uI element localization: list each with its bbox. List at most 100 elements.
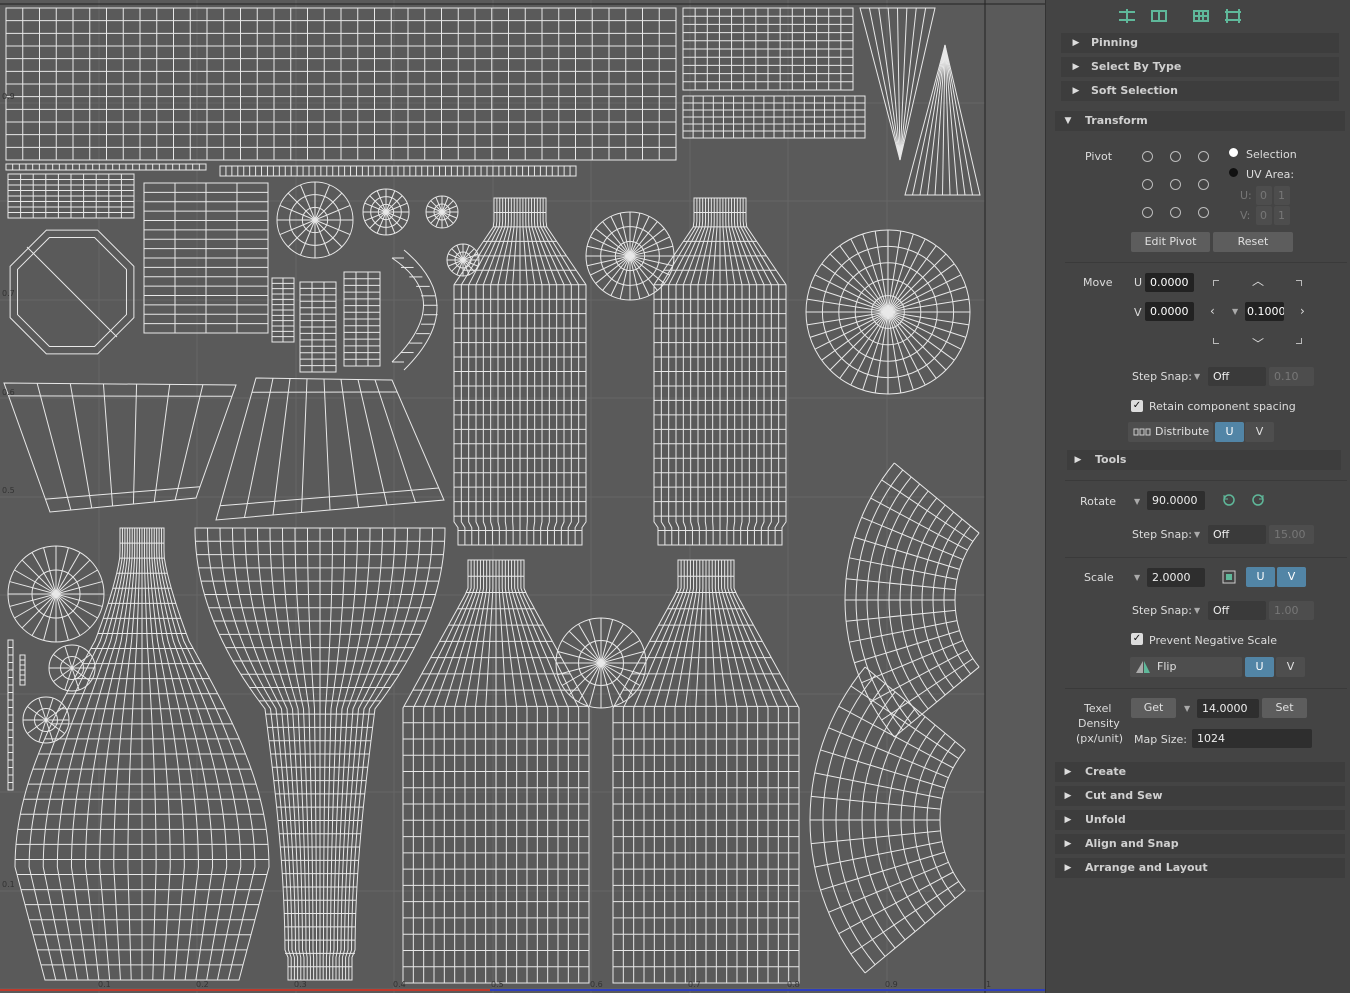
retain-spacing-checkbox[interactable]: ✓ (1131, 400, 1143, 412)
uv-label-band-shell[interactable] (3, 382, 237, 513)
unfold-icon[interactable] (1117, 8, 1137, 24)
move-step-field[interactable]: 0.1000 (1245, 302, 1284, 321)
uv-cap-shell[interactable] (805, 229, 971, 395)
pivot-radio-1-2[interactable] (1198, 179, 1209, 190)
pivot-v-min[interactable]: 0 (1256, 206, 1272, 225)
scale-field[interactable]: 2.0000 (1147, 568, 1205, 587)
dropdown-icon[interactable]: ▼ (1134, 497, 1140, 506)
move-up-right-icon[interactable] (1296, 280, 1302, 286)
scale-step-snap-select[interactable]: Off (1208, 601, 1266, 620)
uv-octagon-shell[interactable] (9, 229, 135, 355)
uv-editor-viewport[interactable]: 0.1 0.2 0.3 0.4 0.5 0.6 0.7 0.8 0.9 1 0.… (0, 0, 1045, 993)
uv-shell-thin-strip[interactable] (219, 165, 577, 177)
flip-u-button[interactable]: U (1245, 657, 1274, 677)
uv-area-radio[interactable] (1229, 168, 1238, 177)
scale-u-button[interactable]: U (1246, 567, 1275, 587)
uv-shell-small-grid[interactable] (7, 173, 135, 219)
section-transform[interactable]: ▼ Transform (1055, 111, 1345, 131)
move-u-field[interactable]: 0.0000 (1145, 273, 1194, 292)
set-texel-button[interactable]: Set (1262, 698, 1307, 718)
section-cut-and-sew[interactable]: ▶ Cut and Sew (1055, 786, 1345, 806)
texel-density-field[interactable]: 14.0000 (1197, 699, 1259, 718)
move-v-field[interactable]: 0.0000 (1145, 302, 1194, 321)
uv-cap-shell[interactable] (7, 545, 105, 643)
get-texel-button[interactable]: Get (1131, 698, 1176, 718)
reset-pivot-button[interactable]: Reset (1213, 232, 1293, 252)
dropdown-icon[interactable]: ▼ (1184, 704, 1190, 713)
uv-bottle-shell[interactable] (612, 559, 800, 984)
section-arrange-and-layout[interactable]: ▶ Arrange and Layout (1055, 858, 1345, 878)
scale-uniform-icon[interactable] (1221, 569, 1237, 585)
section-select-by-type[interactable]: ▶ Select By Type (1061, 57, 1339, 77)
pivot-u-min[interactable]: 0 (1256, 186, 1272, 205)
step-dropdown-icon[interactable]: ▼ (1232, 307, 1238, 316)
rotate-field[interactable]: 90.0000 (1147, 491, 1205, 510)
uv-bottle-shell[interactable] (453, 197, 587, 546)
pivot-v-max[interactable]: 1 (1274, 206, 1290, 225)
move-up-icon[interactable]: ︿ (1252, 275, 1264, 287)
dropdown-icon[interactable]: ▼ (1134, 573, 1140, 582)
move-down-left-icon[interactable] (1213, 338, 1219, 344)
uv-label-band-shell[interactable] (215, 377, 445, 521)
pivot-radio-2-2[interactable] (1198, 207, 1209, 218)
section-align-and-snap[interactable]: ▶ Align and Snap (1055, 834, 1345, 854)
move-step-snap-value[interactable]: 0.10 (1269, 367, 1314, 386)
uv-bottle-shell[interactable] (402, 559, 590, 984)
uv-shell-grid[interactable] (143, 182, 269, 334)
dropdown-icon[interactable]: ▼ (1194, 606, 1200, 615)
uv-shell-grid[interactable] (682, 95, 866, 139)
distribute-icon[interactable] (1223, 8, 1243, 24)
grid-icon[interactable] (1191, 8, 1211, 24)
uv-shell-thin-strip[interactable] (5, 163, 207, 171)
pivot-radio-1-1[interactable] (1170, 179, 1181, 190)
move-down-right-icon[interactable] (1296, 338, 1302, 344)
uv-cap-shell[interactable] (425, 195, 459, 229)
map-size-field[interactable]: 1024 (1192, 729, 1312, 748)
move-left-icon[interactable]: ‹ (1210, 305, 1215, 317)
uv-arc-shell[interactable] (391, 249, 438, 371)
dropdown-icon[interactable]: ▼ (1194, 372, 1200, 381)
rotate-step-snap-value[interactable]: 15.00 (1269, 525, 1314, 544)
edit-pivot-button[interactable]: Edit Pivot (1131, 232, 1210, 252)
rotate-cw-icon[interactable] (1250, 492, 1266, 508)
pivot-radio-0-0[interactable] (1142, 151, 1153, 162)
uv-shell-strip[interactable] (299, 281, 337, 373)
uv-cap-shell[interactable] (362, 188, 410, 236)
uv-cap-shell[interactable] (585, 211, 675, 301)
uv-shell-strip[interactable] (271, 277, 295, 343)
pivot-radio-0-1[interactable] (1170, 151, 1181, 162)
uv-shell-grid[interactable] (682, 7, 854, 91)
pivot-radio-2-0[interactable] (1142, 207, 1153, 218)
pivot-radio-0-2[interactable] (1198, 151, 1209, 162)
section-unfold[interactable]: ▶ Unfold (1055, 810, 1345, 830)
pivot-u-max[interactable]: 1 (1274, 186, 1290, 205)
scale-step-snap-value[interactable]: 1.00 (1269, 601, 1314, 620)
uv-shell-label-strip[interactable] (5, 7, 677, 161)
uv-cap-shell[interactable] (555, 617, 647, 709)
scale-v-button[interactable]: V (1277, 567, 1306, 587)
dropdown-icon[interactable]: ▼ (1194, 530, 1200, 539)
uv-shell-strip[interactable] (343, 271, 381, 367)
section-pinning[interactable]: ▶ Pinning (1061, 33, 1339, 53)
layout-icon[interactable] (1149, 8, 1169, 24)
rotate-step-snap-select[interactable]: Off (1208, 525, 1266, 544)
section-tools[interactable]: ▶ Tools (1067, 450, 1341, 470)
selection-radio[interactable] (1229, 148, 1238, 157)
move-step-snap-select[interactable]: Off (1208, 367, 1266, 386)
section-create[interactable]: ▶ Create (1055, 762, 1345, 782)
move-up-left-icon[interactable] (1213, 280, 1219, 286)
distribute-u-button[interactable]: U (1215, 422, 1244, 442)
move-down-icon[interactable]: ﹀ (1252, 338, 1264, 350)
uv-shell-thin-strip[interactable] (7, 639, 14, 791)
section-soft-selection[interactable]: ▶ Soft Selection (1061, 81, 1339, 101)
distribute-v-button[interactable]: V (1245, 422, 1274, 442)
prevent-negative-scale-checkbox[interactable]: ✓ (1131, 633, 1143, 645)
uv-shell-thin-strip[interactable] (19, 654, 26, 686)
pivot-radio-2-1[interactable] (1170, 207, 1181, 218)
uv-shells-canvas[interactable] (0, 0, 1045, 993)
move-right-icon[interactable]: › (1300, 305, 1305, 317)
pivot-radio-1-0[interactable] (1142, 179, 1153, 190)
uv-cap-shell[interactable] (48, 644, 96, 692)
flip-v-button[interactable]: V (1276, 657, 1305, 677)
uv-fan-shell[interactable] (809, 666, 966, 974)
